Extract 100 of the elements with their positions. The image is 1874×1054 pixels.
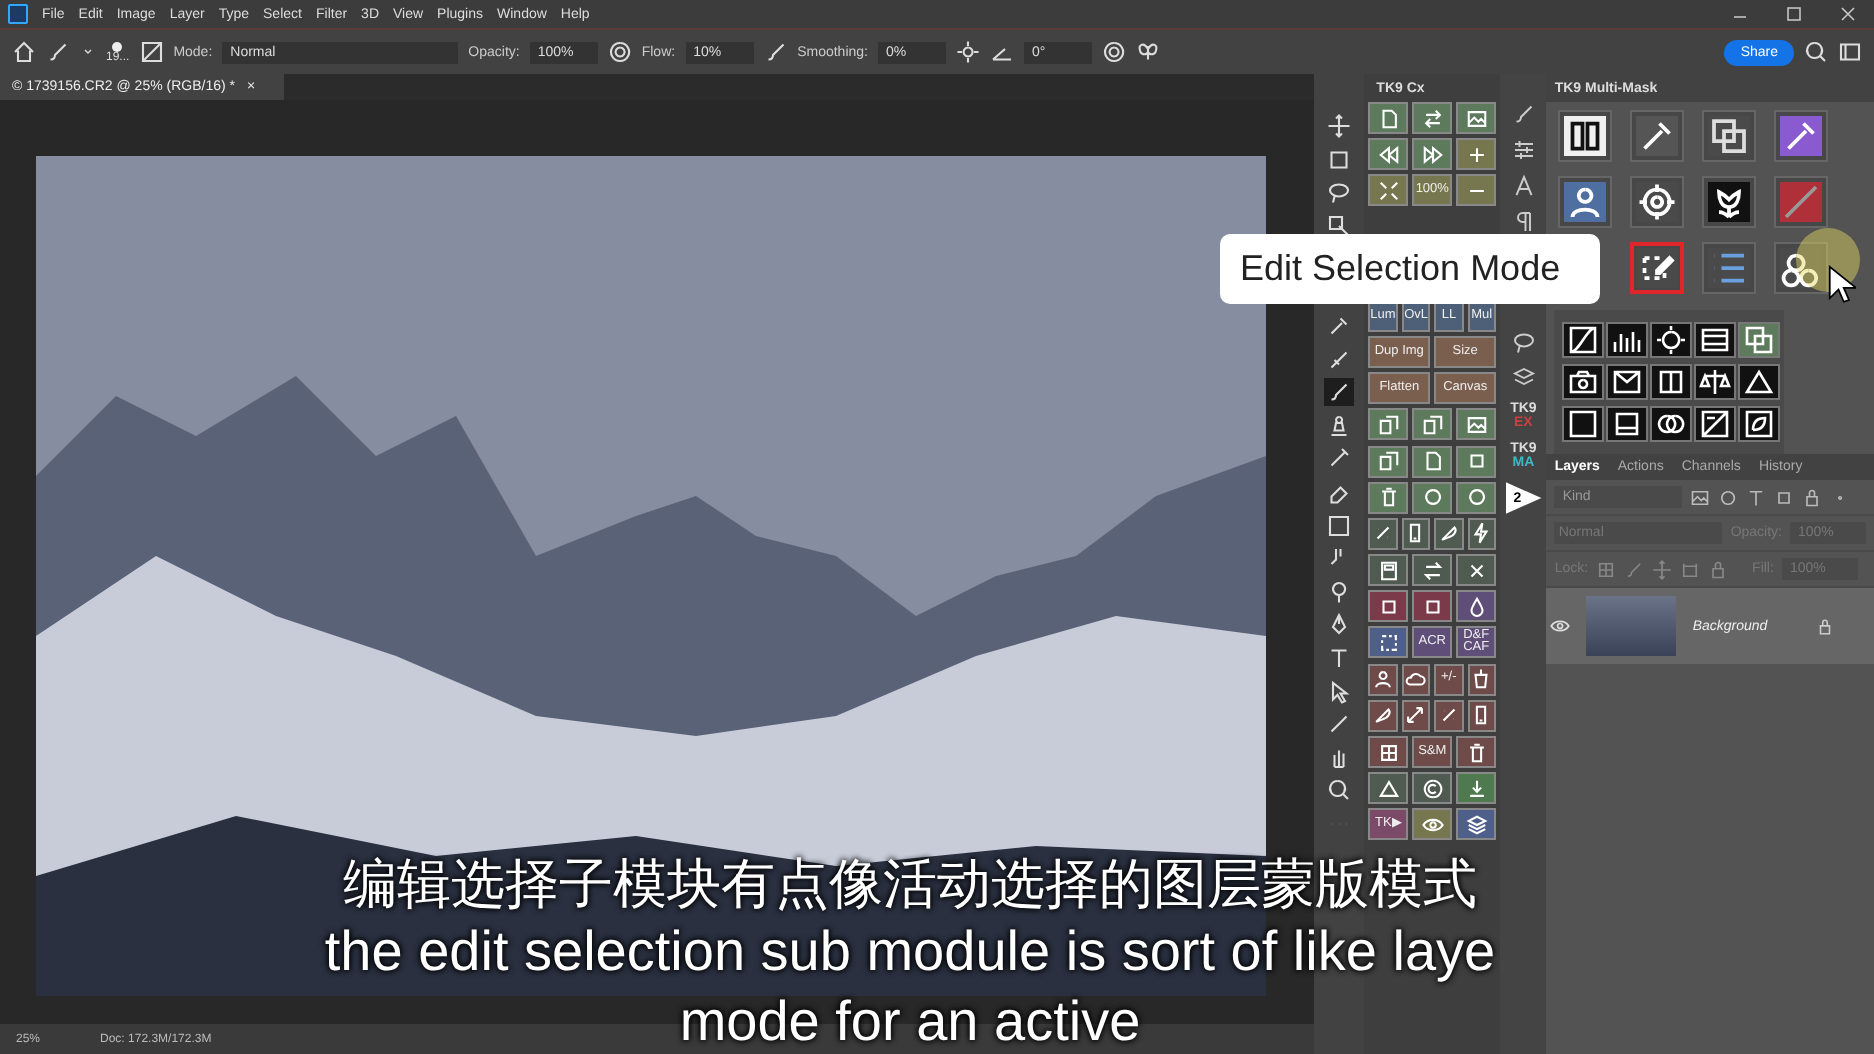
icon-button[interactable]	[1368, 663, 1398, 696]
icon-button[interactable]	[1368, 174, 1409, 207]
icon-button[interactable]	[1456, 772, 1497, 805]
icon-button[interactable]	[1412, 808, 1453, 841]
brush-icon[interactable]	[46, 40, 70, 64]
person-button[interactable]	[1558, 176, 1613, 228]
stack-icon	[1465, 813, 1488, 836]
filter-icon[interactable]	[1746, 487, 1767, 507]
icon-button[interactable]	[1368, 517, 1398, 550]
target-button[interactable]	[1630, 176, 1685, 228]
icon-button[interactable]	[1401, 663, 1431, 696]
icon-button[interactable]	[1434, 699, 1464, 732]
letter-icon[interactable]	[1511, 174, 1536, 198]
gradient-icon[interactable]	[1562, 406, 1605, 442]
histogram-icon[interactable]	[1606, 322, 1649, 358]
icon-button[interactable]	[1412, 102, 1453, 134]
split-gradient-button[interactable]	[1558, 110, 1613, 162]
icon-button[interactable]	[1368, 699, 1398, 732]
filter-icon[interactable]	[1774, 487, 1795, 507]
graybox-icon[interactable]	[1606, 406, 1649, 442]
icon-button[interactable]	[1368, 736, 1409, 768]
diagonal-split-button[interactable]	[1774, 176, 1829, 228]
icon-button[interactable]	[1401, 699, 1431, 732]
blend-icon[interactable]	[1650, 406, 1693, 442]
icon-button[interactable]	[1456, 138, 1497, 171]
icon-button[interactable]	[1456, 481, 1497, 514]
lasso-icon[interactable]	[1511, 330, 1536, 354]
film-icon[interactable]	[1694, 322, 1737, 358]
icon-button[interactable]	[1456, 408, 1497, 441]
list-button[interactable]	[1702, 242, 1757, 294]
home-icon[interactable]	[12, 40, 36, 64]
butterfly-icon[interactable]	[1136, 40, 1160, 64]
filter-icon[interactable]	[1690, 487, 1711, 507]
icon-button[interactable]	[1368, 445, 1409, 477]
icon-button[interactable]	[1434, 517, 1464, 550]
icon-button[interactable]	[1467, 517, 1497, 550]
sliders-icon[interactable]	[1511, 138, 1536, 162]
icon-button[interactable]	[1412, 138, 1453, 171]
icon-button[interactable]	[1467, 699, 1497, 732]
icon-button[interactable]	[1456, 808, 1497, 841]
icon-button[interactable]	[1368, 626, 1409, 659]
icon-button[interactable]	[1412, 445, 1453, 477]
balance-icon[interactable]	[1694, 364, 1737, 400]
gradient-tool-icon[interactable]	[1324, 511, 1355, 540]
icon-button[interactable]	[1368, 481, 1409, 514]
gradient-dropper-button[interactable]	[1630, 110, 1685, 162]
brush-icon[interactable]	[1511, 102, 1536, 126]
icon-button[interactable]	[1456, 554, 1497, 587]
icon-button[interactable]	[1412, 481, 1453, 514]
icon-button[interactable]	[1412, 772, 1453, 805]
brush-tool-icon[interactable]	[1324, 378, 1355, 407]
circles-button[interactable]	[1774, 242, 1829, 294]
app-logo-icon[interactable]	[8, 4, 28, 24]
icon-button[interactable]	[1368, 772, 1409, 805]
icon-button[interactable]	[1412, 590, 1453, 623]
half-icon[interactable]	[1650, 364, 1693, 400]
move-tool-icon[interactable]	[1324, 112, 1355, 140]
airbrush-icon[interactable]	[763, 40, 788, 64]
icon-button[interactable]	[1412, 408, 1453, 441]
curves-icon[interactable]	[1562, 322, 1605, 358]
icon-button[interactable]	[1368, 102, 1409, 134]
icon-button[interactable]	[1368, 408, 1409, 441]
cursor-icon	[1828, 264, 1856, 308]
lasso-tool-icon[interactable]	[1324, 178, 1355, 207]
icon-button[interactable]	[1368, 590, 1409, 623]
diagonal-icon[interactable]	[1694, 406, 1737, 442]
filter-icon[interactable]	[1802, 487, 1823, 507]
overlap-button[interactable]	[1702, 110, 1757, 162]
workspace-icon[interactable]	[1838, 40, 1862, 64]
icon-button[interactable]	[1368, 554, 1409, 587]
flower-button[interactable]	[1702, 176, 1757, 228]
feather-icon	[1437, 522, 1460, 545]
toggle-panel-icon[interactable]	[139, 40, 164, 64]
icon-button[interactable]	[1368, 138, 1409, 171]
envelope-icon[interactable]	[1606, 364, 1649, 400]
copyright-icon	[1421, 777, 1444, 800]
overlap-icon[interactable]	[1738, 322, 1781, 358]
filter-icon[interactable]	[1718, 487, 1739, 507]
select-icon	[1377, 631, 1400, 654]
camera-icon[interactable]	[1562, 364, 1605, 400]
icon-button[interactable]	[1401, 517, 1431, 550]
icon-button[interactable]	[1456, 174, 1497, 207]
icon-button[interactable]	[1412, 554, 1453, 587]
leaf-icon[interactable]	[1738, 406, 1781, 442]
layers-icon[interactable]	[1511, 366, 1536, 390]
download-icon	[1465, 777, 1488, 800]
edit-selection-button[interactable]	[1630, 242, 1685, 294]
icon-button[interactable]	[1456, 736, 1497, 768]
icon-button[interactable]	[1456, 102, 1497, 134]
icon-button[interactable]	[1456, 590, 1497, 623]
paragraph-icon[interactable]	[1511, 210, 1536, 234]
pressure-size-icon[interactable]	[1102, 40, 1126, 64]
icon-button[interactable]	[1456, 445, 1497, 477]
settings-icon[interactable]	[956, 40, 980, 64]
pressure-icon[interactable]	[607, 40, 632, 64]
search-icon[interactable]	[1804, 40, 1828, 64]
color-dropper-button[interactable]	[1774, 110, 1829, 162]
subtitle-line: 编辑选择子模块有点像活动选择的图层蒙版模式	[343, 854, 1477, 916]
icon-button[interactable]	[1467, 663, 1497, 696]
brightness-icon[interactable]	[1650, 322, 1693, 358]
